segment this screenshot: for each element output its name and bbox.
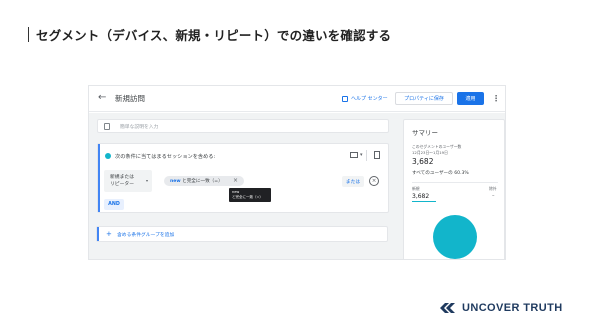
legend-left-value: 3,682 <box>412 193 430 200</box>
slide: セグメント（デバイス、新規・リピート）での違いを確認する ← 新規訪問 ヘルプ … <box>0 0 590 332</box>
brand-name: UNCOVER TRUTH <box>462 302 563 314</box>
dimension-label: 新規または リピーター <box>110 174 134 188</box>
and-button[interactable]: AND <box>104 199 124 210</box>
summary-share: すべてのユーザーの 60.3% <box>412 171 469 176</box>
description-placeholder: 簡単な説明を入力 <box>120 125 159 130</box>
save-to-property-button[interactable]: プロパティに保存 <box>395 92 453 105</box>
plus-icon: + <box>106 230 112 238</box>
dimension-label-line1: 新規または <box>110 175 134 180</box>
chip-text: new と完全に一致（=） <box>170 178 223 184</box>
chip-tooltip: new と完全に一致（=） <box>229 188 271 202</box>
title-bar-divider <box>28 26 29 42</box>
condition-heading: 次の条件に当てはまるセッションを含める: <box>115 154 216 160</box>
or-button[interactable]: または <box>342 176 364 187</box>
document-icon <box>104 123 110 130</box>
summary-card: サマリー このセグメントのユーザー数 12月23日～1月19日 3,682 すべ… <box>403 119 505 259</box>
summary-user-count: 3,682 <box>412 157 434 166</box>
legend-underline <box>412 201 436 202</box>
apply-button[interactable]: 適用 <box>457 92 484 105</box>
segment-topbar: ← 新規訪問 ヘルプ センター プロパティに保存 適用 ⋮ <box>89 86 505 112</box>
brand-logo: UNCOVER TRUTH <box>440 301 563 315</box>
help-center-label: ヘルプ センター <box>351 96 388 102</box>
chip-close-icon[interactable]: × <box>233 177 238 185</box>
chip-operator: と完全に一致（=） <box>180 179 223 184</box>
slide-title-text: セグメント（デバイス、新規・リピート）での違いを確認する <box>36 27 392 43</box>
chip-value: new <box>170 179 181 184</box>
external-link-icon <box>342 95 348 102</box>
condition-dot-icon <box>105 153 111 159</box>
summary-divider <box>412 182 498 183</box>
brand-mark-icon <box>440 303 455 313</box>
legend-right-value: – <box>492 193 495 199</box>
scope-caret-icon[interactable]: ▾ <box>360 152 363 158</box>
summary-date-range: 12月23日～1月19日 <box>412 150 448 155</box>
legend-right-label: 除外 <box>489 186 497 191</box>
dimension-select[interactable]: 新規または リピーター <box>104 170 152 192</box>
slide-title: セグメント（デバイス、新規・リピート）での違いを確認する <box>28 26 392 43</box>
tooltip-line2: と完全に一致（=） <box>232 195 263 199</box>
summary-title: サマリー <box>412 129 438 137</box>
add-condition-group[interactable]: + 含める条件グループを追加 <box>96 226 388 242</box>
scope-grid-icon[interactable] <box>350 152 358 158</box>
legend-left-label: 新規 <box>412 186 420 191</box>
summary-pane: サマリー このセグメントのユーザー数 12月23日～1月19日 3,682 すべ… <box>397 113 505 259</box>
dimension-label-line2: リピーター <box>110 182 134 187</box>
segment-name[interactable]: 新規訪問 <box>115 93 145 104</box>
toolbar-divider <box>366 150 367 161</box>
dimension-caret-icon[interactable]: ▾ <box>146 178 148 183</box>
tooltip-line1: new <box>232 190 240 194</box>
help-center-link[interactable]: ヘルプ センター <box>342 95 388 102</box>
add-group-accent <box>97 227 99 241</box>
add-group-label: 含める条件グループを追加 <box>117 233 175 238</box>
summary-pie-chart <box>433 215 477 259</box>
remove-condition-icon[interactable]: × <box>369 176 379 186</box>
card-accent <box>98 144 100 212</box>
filter-chip[interactable]: new と完全に一致（=） × <box>164 176 244 186</box>
more-vert-icon[interactable]: ⋮ <box>492 92 500 105</box>
delete-icon[interactable] <box>374 151 380 159</box>
description-input[interactable]: 簡単な説明を入力 <box>97 119 389 133</box>
back-arrow-icon[interactable]: ← <box>98 92 110 104</box>
